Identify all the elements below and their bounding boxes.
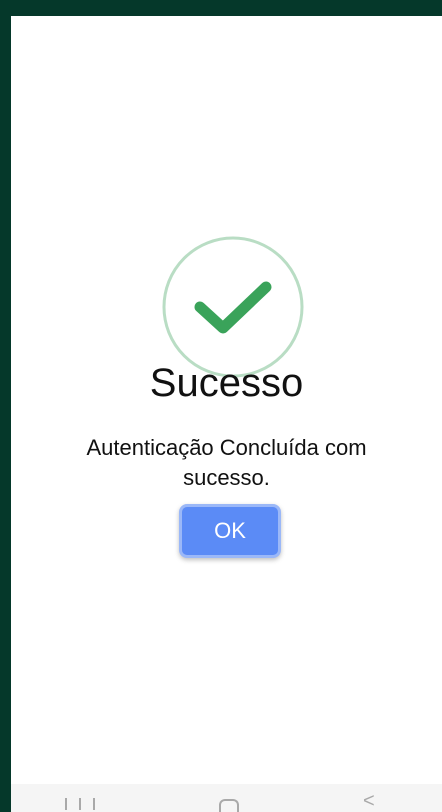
- ok-button[interactable]: OK: [179, 504, 281, 558]
- back-icon[interactable]: <: [363, 791, 375, 811]
- dialog-message: Autenticação Concluída com sucesso.: [86, 435, 367, 490]
- home-icon[interactable]: [219, 799, 239, 812]
- dialog-title: Sucesso: [149, 361, 304, 405]
- check-circle-icon: [158, 232, 308, 382]
- system-nav-bar: <: [11, 784, 442, 812]
- recent-apps-icon[interactable]: [65, 794, 95, 810]
- app-screen: Sucesso Autenticação Concluída com suces…: [11, 16, 442, 812]
